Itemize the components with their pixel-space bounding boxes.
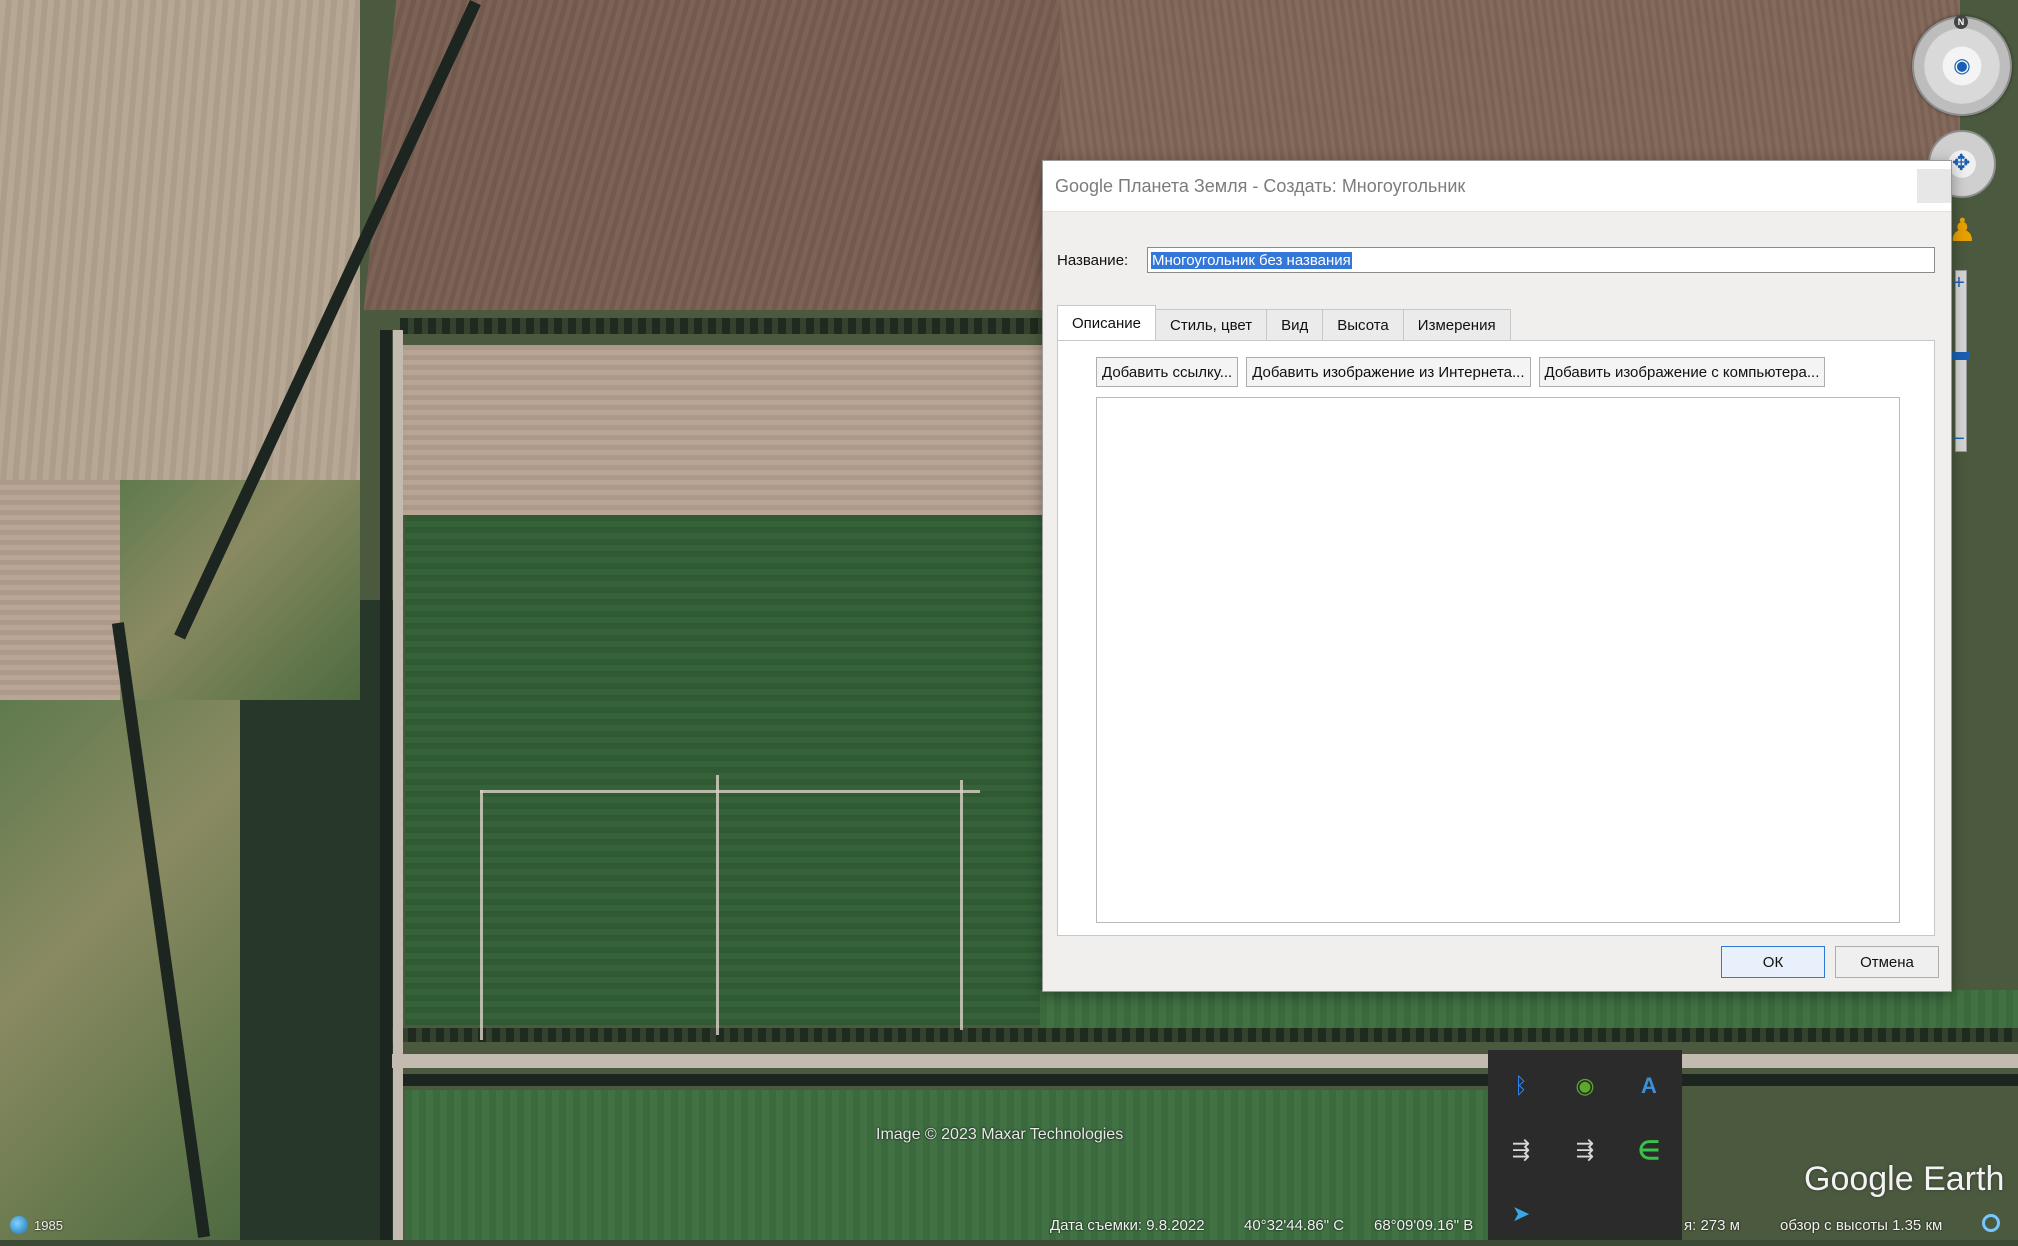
tab-view[interactable]: Вид [1266,309,1324,341]
capture-date: Дата съемки: 9.8.2022 [1050,1217,1205,1234]
name-input[interactable]: Многоугольник без названия [1147,247,1935,273]
field-brown-2 [1060,0,1960,170]
add-local-image-button[interactable]: Добавить изображение с компьютера... [1538,357,1826,387]
green-e-icon[interactable]: ∈ [1617,1118,1681,1182]
tree-row [400,318,1060,334]
field-path [716,775,719,1035]
ok-button[interactable]: ОК [1721,946,1825,978]
compass-control[interactable]: N ◉ [1912,15,2012,116]
description-panel: Добавить ссылку... Добавить изображение … [1057,340,1935,936]
eye-icon: ◉ [1953,55,1971,77]
create-polygon-dialog: Google Планета Земля - Создать: Многоуго… [1042,160,1952,992]
field-beige [0,0,360,480]
imagery-year: 1985 [34,1217,63,1233]
road [393,330,403,1240]
streaming-icon [1982,1214,2000,1232]
dialog-title: Google Планета Земля - Создать: Многоуго… [1055,175,1466,196]
field-mixed [0,700,240,1240]
tab-description[interactable]: Описание [1057,305,1157,341]
latitude: 40°32'44.86" С [1244,1217,1345,1234]
zoom-slider[interactable] [1955,270,1967,452]
add-web-image-button[interactable]: Добавить изображение из Интернета... [1246,357,1531,387]
hand-icon: ✥ [1952,150,1971,175]
imagery-credit: Image © 2023 Maxar Technologies [876,1126,1124,1143]
close-icon[interactable] [1917,169,1951,203]
road [390,1054,2018,1068]
tree-row [380,1028,2018,1042]
eye-altitude: обзор с высоты 1.35 км [1780,1217,1943,1234]
nvidia-icon[interactable]: ◉ [1553,1054,1617,1118]
bluetooth-icon[interactable]: ᛒ [1489,1054,1553,1118]
description-toolbar: Добавить ссылку... Добавить изображение … [1096,357,1826,387]
description-textarea[interactable] [1096,397,1900,923]
longitude: 68°09'09.16" В [1374,1217,1474,1234]
zoom-slider-thumb[interactable] [1950,352,1970,360]
name-label: Название: [1057,251,1129,269]
globe-icon [10,1216,28,1234]
tab-altitude[interactable]: Высота [1322,309,1404,341]
field-path [480,790,483,1040]
field-tan-2 [0,480,120,700]
north-indicator[interactable]: N [1954,15,1968,29]
dialog-titlebar[interactable]: Google Планета Земля - Создать: Многоуго… [1043,161,1951,212]
add-link-button[interactable]: Добавить ссылку... [1096,357,1239,387]
elevation: я: 273 м [1684,1217,1740,1234]
sync-icon[interactable]: ⇶ [1553,1118,1617,1182]
historical-imagery[interactable]: 1985 [10,1216,63,1234]
field-tan [400,345,1060,515]
status-bar: 1985 Дата съемки: 9.8.2022 40°32'44.86" … [0,1212,2018,1240]
tab-style-color[interactable]: Стиль, цвет [1155,309,1268,341]
field-path [960,780,963,1030]
google-earth-logo: Google Earth [1804,1160,2005,1198]
autodesk-icon[interactable]: A [1617,1054,1681,1118]
field-green [405,515,1065,1025]
canal [380,330,392,1240]
sync-icon[interactable]: ⇶ [1489,1118,1553,1182]
name-row: Название: Многоугольник без названия [1057,247,1935,273]
field-brown [363,0,1077,310]
field-path [480,790,980,793]
canal [395,1074,2018,1086]
tab-strip: Описание Стиль, цвет Вид Высота Измерени… [1057,305,1511,341]
cancel-button[interactable]: Отмена [1835,946,1939,978]
tab-measurements[interactable]: Измерения [1402,309,1511,341]
name-input-selected-text[interactable]: Многоугольник без названия [1151,251,1352,269]
